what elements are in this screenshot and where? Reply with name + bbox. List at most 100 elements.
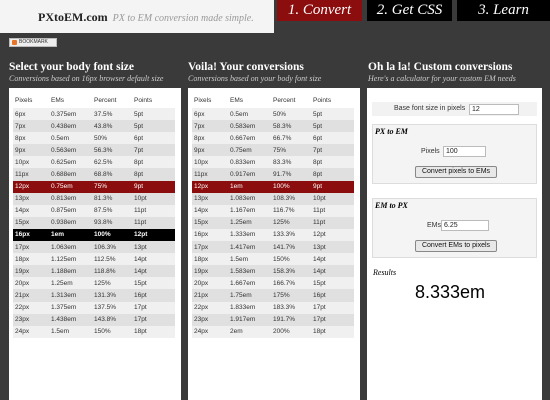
table-row[interactable]: 21px 1.313em 131.3% 16pt [13, 289, 175, 302]
cell-pixels: 18px [192, 253, 230, 266]
cell-percent: 116.7% [273, 204, 313, 217]
table-row[interactable]: 23px 1.438em 143.8% 17pt [13, 313, 175, 326]
bookmark-button[interactable]: BOOKMARK [9, 38, 57, 47]
cell-pixels: 14px [13, 204, 51, 217]
cell-pixels: 22px [192, 301, 230, 314]
cell-percent: 58.3% [273, 120, 313, 133]
cell-ems: 1.5em [51, 325, 94, 338]
pixels-input[interactable]: 100 [443, 146, 486, 157]
col3-heading: Oh la la! Custom conversions Here's a ca… [368, 61, 516, 83]
table-row[interactable]: 11px 0.688em 68.8% 8pt [13, 168, 175, 181]
cell-pixels: 23px [13, 313, 51, 326]
cell-percent: 200% [273, 325, 313, 338]
cell-points: 18pt [134, 325, 175, 338]
cell-percent: 68.8% [94, 168, 134, 181]
cell-ems: 1.188em [51, 265, 94, 278]
cell-percent: 150% [94, 325, 134, 338]
px-to-em-section: PX to EM Pixels 100 Convert pixels to EM… [372, 124, 537, 184]
cell-percent: 143.8% [94, 313, 134, 326]
px-to-em-title: PX to EM [375, 127, 408, 136]
table-row[interactable]: 12px 0.75em 75% 9pt [13, 180, 175, 193]
cell-points: 9pt [313, 180, 354, 193]
col3-subtitle: Here's a calculator for your custom EM n… [368, 74, 516, 83]
table-row[interactable]: 18px 1.125em 112.5% 14pt [13, 253, 175, 266]
cell-percent: 50% [273, 108, 313, 121]
cell-pixels: 18px [13, 253, 51, 266]
logo-tagline: PX to EM conversion made simple. [112, 13, 254, 24]
cell-ems: 0.917em [230, 168, 273, 181]
table-row[interactable]: 20px 1.25em 125% 15pt [13, 277, 175, 290]
cell-ems: 0.688em [51, 168, 94, 181]
cell-ems: 1.667em [230, 277, 273, 290]
cell-percent: 191.7% [273, 313, 313, 326]
cell-points: 13pt [313, 241, 354, 254]
cell-points: 5pt [134, 120, 175, 133]
table-row[interactable]: 13px 0.813em 81.3% 10pt [13, 192, 175, 205]
table-row[interactable]: 6px 0.375em 37.5% 5pt [13, 108, 175, 121]
cell-points: 6pt [134, 132, 175, 145]
table-row: 18px 1.5em 150% 14pt [192, 253, 354, 266]
cell-ems: 1.125em [51, 253, 94, 266]
cell-pixels: 6px [13, 108, 51, 121]
table-row: 9px 0.75em 75% 7pt [192, 144, 354, 157]
table-row: 12px 1em 100% 9pt [192, 180, 354, 193]
cell-pixels: 9px [13, 144, 51, 157]
cell-points: 17pt [313, 301, 354, 314]
cell-percent: 91.7% [273, 168, 313, 181]
cell-ems: 0.667em [230, 132, 273, 145]
pixels-label: Pixels [421, 148, 440, 155]
table-row[interactable]: 9px 0.563em 56.3% 7pt [13, 144, 175, 157]
col1-subtitle: Conversions based on 16px browser defaul… [9, 74, 164, 83]
cell-points: 14pt [313, 253, 354, 266]
cell-percent: 75% [94, 180, 134, 193]
table-row[interactable]: 24px 1.5em 150% 18pt [13, 325, 175, 338]
tab-convert[interactable]: 1. Convert [277, 0, 362, 21]
cell-pixels: 16px [13, 228, 51, 242]
table-row: 11px 0.917em 91.7% 8pt [192, 168, 354, 181]
table-row[interactable]: 8px 0.5em 50% 6pt [13, 132, 175, 145]
table-row[interactable]: 22px 1.375em 137.5% 17pt [13, 301, 175, 314]
table-row[interactable]: 19px 1.188em 118.8% 14pt [13, 265, 175, 278]
convert-pixels-button[interactable]: Convert pixels to EMs [415, 166, 497, 178]
cell-pixels: 12px [192, 180, 230, 193]
cell-points: 18pt [313, 325, 354, 338]
table-row[interactable]: 16px 1em 100% 12pt [13, 228, 175, 242]
cell-pixels: 19px [192, 265, 230, 278]
header-percent: Percent [273, 97, 296, 104]
cell-percent: 133.3% [273, 228, 313, 242]
cell-pixels: 16px [192, 228, 230, 242]
header-percent: Percent [94, 97, 117, 104]
table-row[interactable]: 14px 0.875em 87.5% 11pt [13, 204, 175, 217]
cell-pixels: 6px [192, 108, 230, 121]
cell-points: 17pt [134, 301, 175, 314]
cell-ems: 1.333em [230, 228, 273, 242]
cell-ems: 1.917em [230, 313, 273, 326]
cell-pixels: 17px [13, 241, 51, 254]
tab-learn[interactable]: 3. Learn [457, 0, 550, 21]
table-row[interactable]: 15px 0.938em 93.8% 11pt [13, 216, 175, 229]
cell-points: 8pt [313, 156, 354, 169]
table-row[interactable]: 7px 0.438em 43.8% 5pt [13, 120, 175, 133]
table-row: 13px 1.083em 108.3% 10pt [192, 192, 354, 205]
cell-pixels: 11px [13, 168, 51, 181]
cell-points: 15pt [313, 277, 354, 290]
base-font-size-input[interactable]: 12 [469, 104, 519, 115]
table-row: 6px 0.5em 50% 5pt [192, 108, 354, 121]
cell-percent: 93.8% [94, 216, 134, 229]
convert-ems-button[interactable]: Convert EMs to pixels [415, 240, 497, 252]
cell-ems: 1.25em [51, 277, 94, 290]
cell-points: 11pt [134, 204, 175, 217]
tab-get-css[interactable]: 2. Get CSS [367, 0, 452, 21]
cell-ems: 0.938em [51, 216, 94, 229]
cell-ems: 0.375em [51, 108, 94, 121]
logo[interactable]: PXtoEM.com PX to EM conversion made simp… [38, 10, 254, 25]
table-row[interactable]: 10px 0.625em 62.5% 8pt [13, 156, 175, 169]
cell-pixels: 8px [192, 132, 230, 145]
cell-ems: 0.833em [230, 156, 273, 169]
ems-input[interactable]: 6.25 [441, 220, 489, 231]
base-font-size-row: Base font size in pixels 12 [372, 102, 537, 116]
cell-ems: 0.813em [51, 192, 94, 205]
table-row: 20px 1.667em 166.7% 15pt [192, 277, 354, 290]
cell-percent: 108.3% [273, 192, 313, 205]
table-row[interactable]: 17px 1.063em 106.3% 13pt [13, 241, 175, 254]
